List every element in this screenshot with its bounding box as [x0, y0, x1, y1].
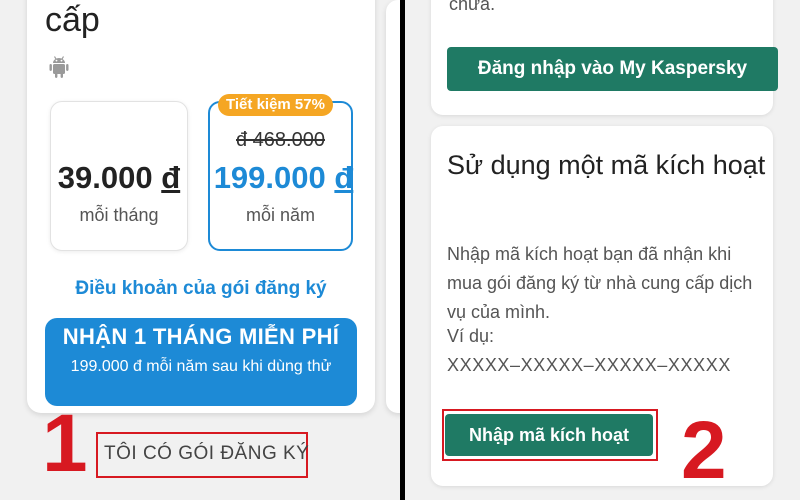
- yearly-old-price: đ 468.000: [236, 129, 325, 151]
- my-kaspersky-login-button[interactable]: Đăng nhập vào My Kaspersky: [447, 47, 778, 91]
- step-number-1: 1: [42, 398, 88, 489]
- plan-title: cấp: [45, 1, 100, 39]
- yearly-period: mỗi năm: [245, 205, 316, 225]
- monthly-currency: đ: [161, 160, 181, 195]
- monthly-price-value: 39.000: [57, 160, 153, 195]
- highlight-box-step-2: [442, 409, 658, 461]
- yearly-currency: đ: [334, 160, 354, 195]
- free-trial-label: NHẬN 1 THÁNG MIỄN PHÍ: [62, 324, 340, 349]
- monthly-plan-option[interactable]: 39.000 đ mỗi tháng: [50, 101, 188, 251]
- subscription-terms-link[interactable]: Điều khoản của gói đăng ký: [27, 278, 375, 300]
- left-screenshot-panel: cấp 39.000 đ mỗi tháng đ 468.000 199.000…: [0, 0, 400, 500]
- activation-code-title: Sử dụng một mã kích hoạt: [447, 150, 766, 180]
- monthly-period: mỗi tháng: [79, 205, 159, 225]
- yearly-price-value: 199.000: [213, 160, 326, 195]
- right-screenshot-panel: chưa. Đăng nhập vào My Kaspersky Sử dụng…: [405, 0, 800, 500]
- yearly-price: 199.000 đ: [210, 160, 357, 196]
- have-subscription-button[interactable]: TÔI CÓ GÓI ĐĂNG KÝ: [104, 443, 309, 465]
- yearly-plan-option[interactable]: đ 468.000 199.000 đ mỗi năm: [208, 101, 353, 251]
- example-label: Ví dụ:: [447, 326, 495, 346]
- truncated-text: chưa.: [449, 0, 496, 14]
- android-icon: [49, 56, 69, 78]
- activation-code-description: Nhập mã kích hoạt bạn đã nhận khi mua gó…: [447, 244, 753, 322]
- free-trial-button[interactable]: NHẬN 1 THÁNG MIỄN PHÍ 199.000 đ mỗi năm …: [45, 318, 357, 406]
- free-trial-sublabel: 199.000 đ mỗi năm sau khi dùng thử: [70, 358, 332, 375]
- monthly-price: 39.000 đ: [51, 160, 187, 196]
- step-number-2: 2: [681, 405, 727, 496]
- example-code: XXXXX–XXXXX–XXXXX–XXXXX: [447, 355, 731, 375]
- next-card-edge: [386, 0, 400, 413]
- savings-badge: Tiết kiệm 57%: [218, 94, 333, 116]
